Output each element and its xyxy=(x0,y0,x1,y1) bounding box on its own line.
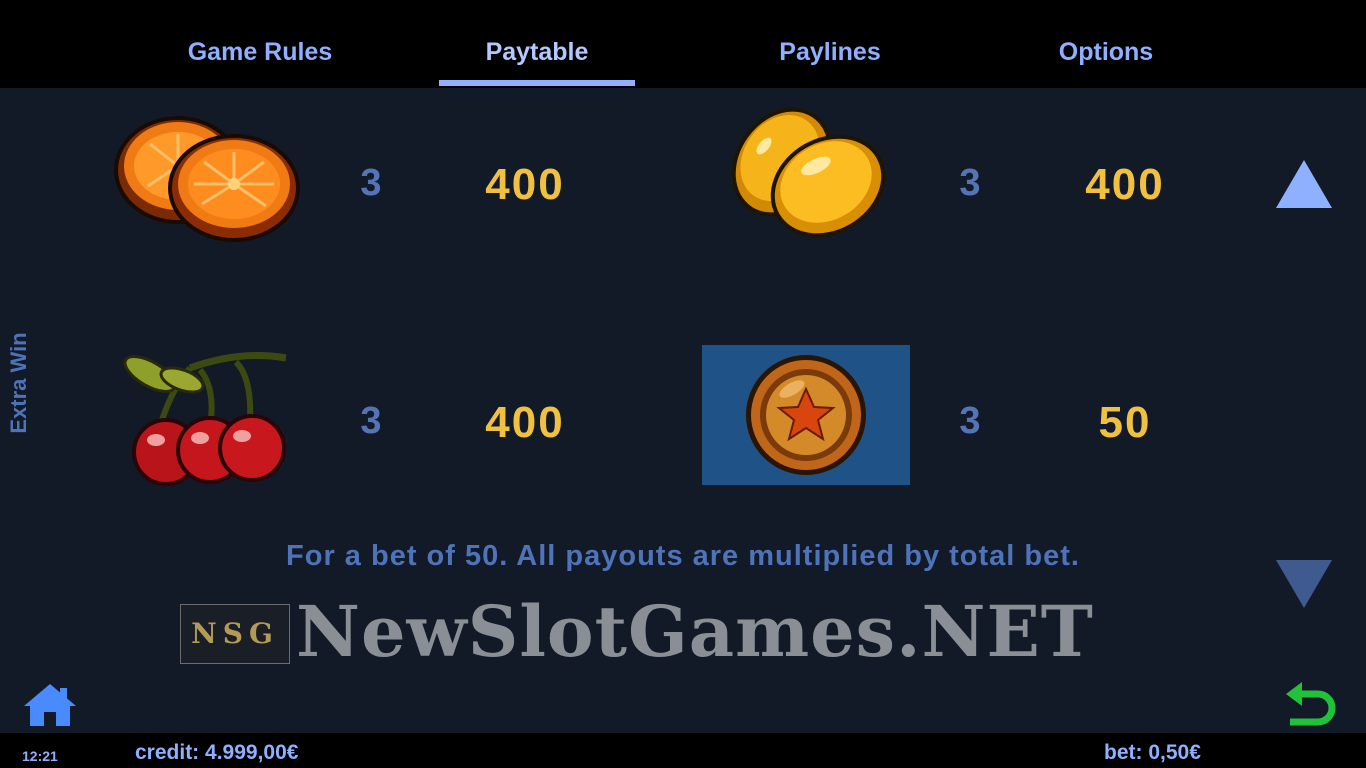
payout-value: 400 xyxy=(1085,160,1165,209)
tab-paylines[interactable]: Paylines xyxy=(730,34,930,70)
watermark: NSG NewSlotGames.NET xyxy=(180,592,1184,672)
payout-value: 400 xyxy=(485,160,565,209)
symbol-count: 3 xyxy=(959,162,981,204)
watermark-logo: NSG xyxy=(180,604,290,664)
back-arrow-icon[interactable] xyxy=(1282,680,1336,732)
payout-note: For a bet of 50. All payouts are multipl… xyxy=(286,540,1080,572)
highlighted-symbol-tile xyxy=(702,345,910,485)
tab-options[interactable]: Options xyxy=(1006,34,1206,70)
star-coin-icon xyxy=(746,355,866,475)
symbol-count: 3 xyxy=(360,162,382,204)
cherry-icon xyxy=(123,352,287,486)
home-icon[interactable] xyxy=(22,682,78,728)
bet-display: bet: 0,50€ xyxy=(1104,741,1201,764)
symbol-count: 3 xyxy=(959,400,981,442)
watermark-text: NewSlotGames.NET xyxy=(296,590,1094,673)
credit-display: credit: 4.999,00€ xyxy=(135,741,299,764)
tab-game-rules[interactable]: Game Rules xyxy=(160,34,360,70)
orange-icon xyxy=(114,116,300,242)
tab-paytable[interactable]: Paytable xyxy=(439,34,635,70)
scroll-up-arrow-icon[interactable] xyxy=(1274,158,1334,210)
extra-win-label: Extra Win xyxy=(6,332,31,434)
tab-bar: Game Rules Paytable Paylines Options xyxy=(0,0,1366,88)
active-tab-indicator xyxy=(439,80,635,86)
scroll-down-arrow-icon[interactable] xyxy=(1274,558,1334,610)
symbol-count: 3 xyxy=(360,400,382,442)
payout-value: 50 xyxy=(1098,398,1152,447)
payout-value: 400 xyxy=(485,398,565,447)
clock: 12:21 xyxy=(22,748,58,764)
lemon-icon xyxy=(731,107,886,238)
